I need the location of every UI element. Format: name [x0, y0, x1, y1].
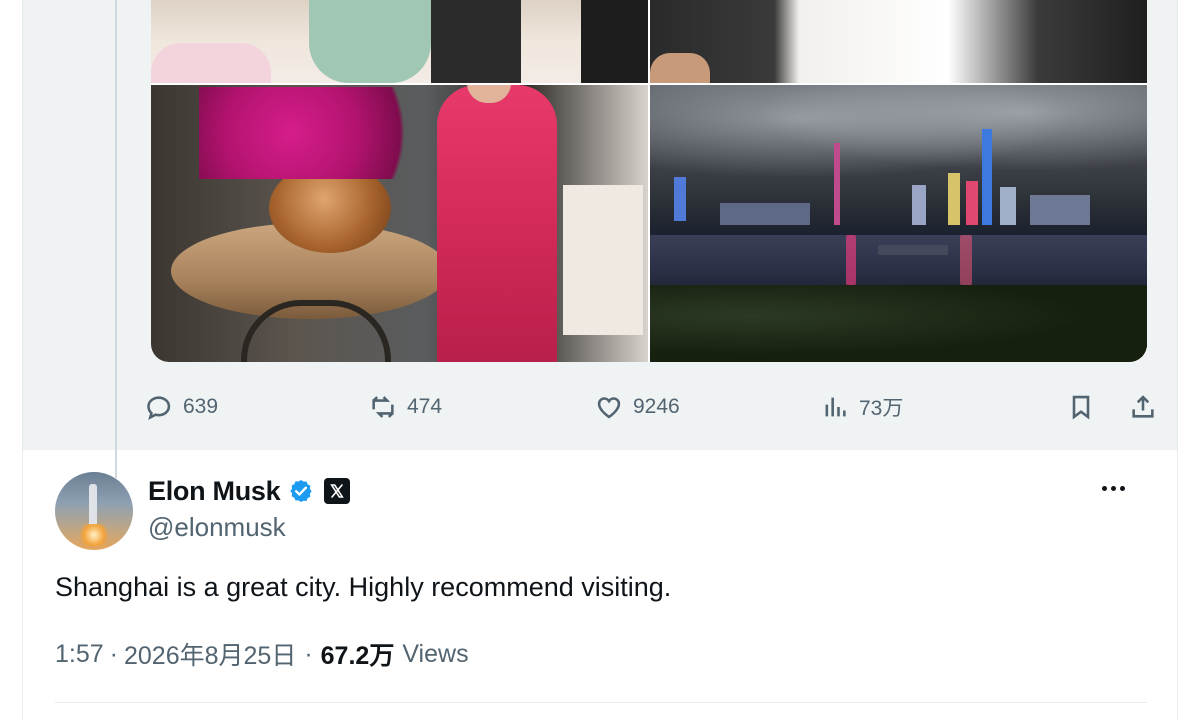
retweet-button[interactable]: 474 [369, 388, 442, 426]
like-button[interactable]: 9246 [595, 388, 680, 426]
verified-badge-icon[interactable] [288, 478, 314, 504]
avatar[interactable] [55, 472, 133, 550]
more-options-button[interactable] [1095, 478, 1131, 498]
more-dot-icon [1119, 485, 1125, 491]
quoted-actions-bar: 639 474 9246 73万 [145, 388, 1154, 426]
photo-boutique[interactable] [151, 0, 648, 83]
reply-count: 639 [183, 395, 219, 418]
meta-separator: · [109, 639, 118, 668]
heart-icon [597, 397, 621, 419]
retweet-icon [372, 396, 394, 418]
author-handle[interactable]: @elonmusk [148, 512, 286, 543]
reply-button[interactable]: 639 [145, 388, 218, 426]
analytics-bars-icon [825, 397, 846, 417]
retweet-count: 474 [407, 395, 443, 418]
timeline-column: 639 474 9246 73万 Elon Musk @elonmusk Sha… [22, 0, 1178, 720]
bookmark-icon [1072, 395, 1090, 420]
thread-connector-line [115, 0, 117, 478]
meta-separator: · [304, 639, 313, 668]
author-display-name[interactable]: Elon Musk [148, 476, 281, 507]
photo-shanghai-skyline[interactable] [650, 85, 1147, 362]
views-count: 73万 [859, 397, 904, 420]
bookmark-button[interactable] [1067, 388, 1095, 426]
divider [55, 702, 1147, 703]
tweet-text: Shanghai is a great city. Highly recomme… [55, 572, 672, 602]
more-dot-icon [1101, 485, 1107, 491]
photo-flowers-red-outfit[interactable] [151, 85, 648, 362]
tweet-meta: 1:57 · 2026年8月25日 · 67.2万 Views [55, 636, 469, 672]
tweet-views-label: Views [402, 639, 469, 668]
media-grid [151, 0, 1147, 362]
reply-icon [147, 396, 171, 421]
previous-tweet[interactable]: 639 474 9246 73万 [23, 0, 1177, 450]
tweet-time[interactable]: 1:57 [55, 640, 104, 669]
views-button[interactable]: 73万 [821, 388, 903, 426]
tweet-views-count: 67.2万 [320, 642, 395, 670]
tweet-date[interactable]: 2026年8月25日 [124, 636, 296, 672]
main-tweet[interactable]: Elon Musk @elonmusk Shanghai is a great … [23, 450, 1177, 720]
x-affiliation-icon[interactable] [324, 478, 351, 504]
author-name-row: Elon Musk [148, 474, 351, 508]
photo-dark-jacket[interactable] [650, 0, 1147, 83]
share-icon [1132, 395, 1154, 418]
more-dot-icon [1110, 485, 1116, 491]
like-count: 9246 [633, 395, 680, 418]
share-button[interactable] [1129, 388, 1157, 426]
